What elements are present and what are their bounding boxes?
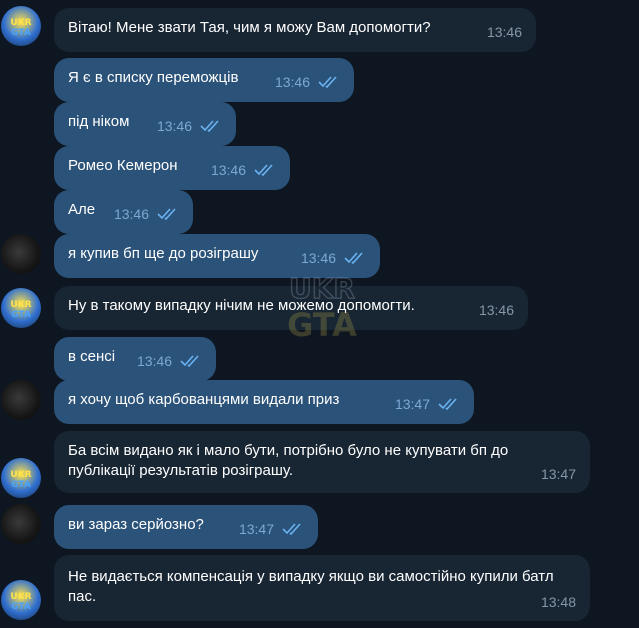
svg-text:UKR: UKR — [10, 592, 31, 602]
svg-text:GTA: GTA — [11, 602, 31, 612]
message-text: я купив бп ще до розіграшу — [68, 245, 259, 262]
svg-text:UKR: UKR — [10, 300, 31, 310]
message-time: 13:47 — [238, 521, 274, 537]
message-bubble[interactable]: я хочу щоб карбованцями видали приз 13:4… — [54, 380, 474, 424]
user-avatar[interactable] — [1, 504, 41, 544]
double-check-icon — [180, 355, 199, 368]
message-bubble[interactable]: Ба всім видано як і мало бути, потрібно … — [54, 431, 590, 493]
svg-text:UKR: UKR — [10, 470, 31, 480]
double-check-icon — [157, 208, 176, 221]
double-check-icon — [254, 164, 273, 177]
user-avatar[interactable] — [1, 380, 41, 420]
message-text: під ніком — [68, 113, 130, 130]
message-text: Ба всім видано як і мало бути, потрібно … — [68, 442, 513, 479]
message-time: 13:46 — [113, 206, 149, 222]
message-time: 13:46 — [486, 24, 522, 40]
message-bubble[interactable]: Ну в такому випадку нічим не можемо допо… — [54, 286, 528, 330]
message-bubble[interactable]: Але 13:46 — [54, 190, 193, 234]
double-check-icon — [344, 252, 363, 265]
double-check-icon — [282, 523, 301, 536]
message-time: 13:47 — [394, 396, 430, 412]
message-text: Ромео Кемерон — [68, 157, 178, 174]
message-text: Не видається компенсація у випадку якщо … — [68, 568, 558, 605]
message-text: Ну в такому випадку нічим не можемо допо… — [68, 297, 415, 314]
message-time: 13:46 — [478, 302, 514, 318]
message-time: 13:46 — [136, 353, 172, 369]
svg-text:UKR: UKR — [10, 18, 31, 28]
svg-text:GTA: GTA — [11, 480, 31, 490]
message-time: 13:46 — [300, 250, 336, 266]
double-check-icon — [318, 76, 337, 89]
message-text: в сенсі — [68, 348, 116, 365]
support-avatar[interactable]: UKR GTA — [1, 458, 41, 498]
message-time: 13:46 — [210, 162, 246, 178]
message-text: Вітаю! Мене звати Тая, чим я можу Вам до… — [68, 19, 431, 36]
support-avatar[interactable]: UKR GTA — [1, 580, 41, 620]
message-bubble[interactable]: ви зараз серйозно? 13:47 — [54, 505, 318, 549]
message-text: Я є в списку переможців — [68, 69, 239, 86]
message-bubble[interactable]: Я є в списку переможців 13:46 — [54, 58, 354, 102]
message-text: я хочу щоб карбованцями видали приз — [68, 391, 340, 408]
message-time: 13:46 — [274, 74, 310, 90]
message-bubble[interactable]: Не видається компенсація у випадку якщо … — [54, 555, 590, 621]
user-avatar[interactable] — [1, 234, 41, 274]
message-bubble[interactable]: в сенсі 13:46 — [54, 337, 216, 381]
svg-text:GTA: GTA — [11, 310, 31, 320]
support-avatar[interactable]: UKR GTA — [1, 6, 41, 46]
message-bubble[interactable]: я купив бп ще до розіграшу 13:46 — [54, 234, 380, 278]
double-check-icon — [200, 120, 219, 133]
double-check-icon — [438, 398, 457, 411]
svg-text:GTA: GTA — [11, 28, 31, 38]
message-bubble[interactable]: Ромео Кемерон 13:46 — [54, 146, 290, 190]
support-avatar[interactable]: UKR GTA — [1, 288, 41, 328]
message-text: Але — [68, 201, 96, 218]
message-time: 13:46 — [156, 118, 192, 134]
message-time: 13:48 — [540, 594, 576, 610]
message-time: 13:47 — [540, 466, 576, 482]
message-bubble[interactable]: під ніком 13:46 — [54, 102, 236, 146]
message-bubble[interactable]: Вітаю! Мене звати Тая, чим я можу Вам до… — [54, 8, 536, 52]
message-text: ви зараз серйозно? — [68, 516, 204, 533]
